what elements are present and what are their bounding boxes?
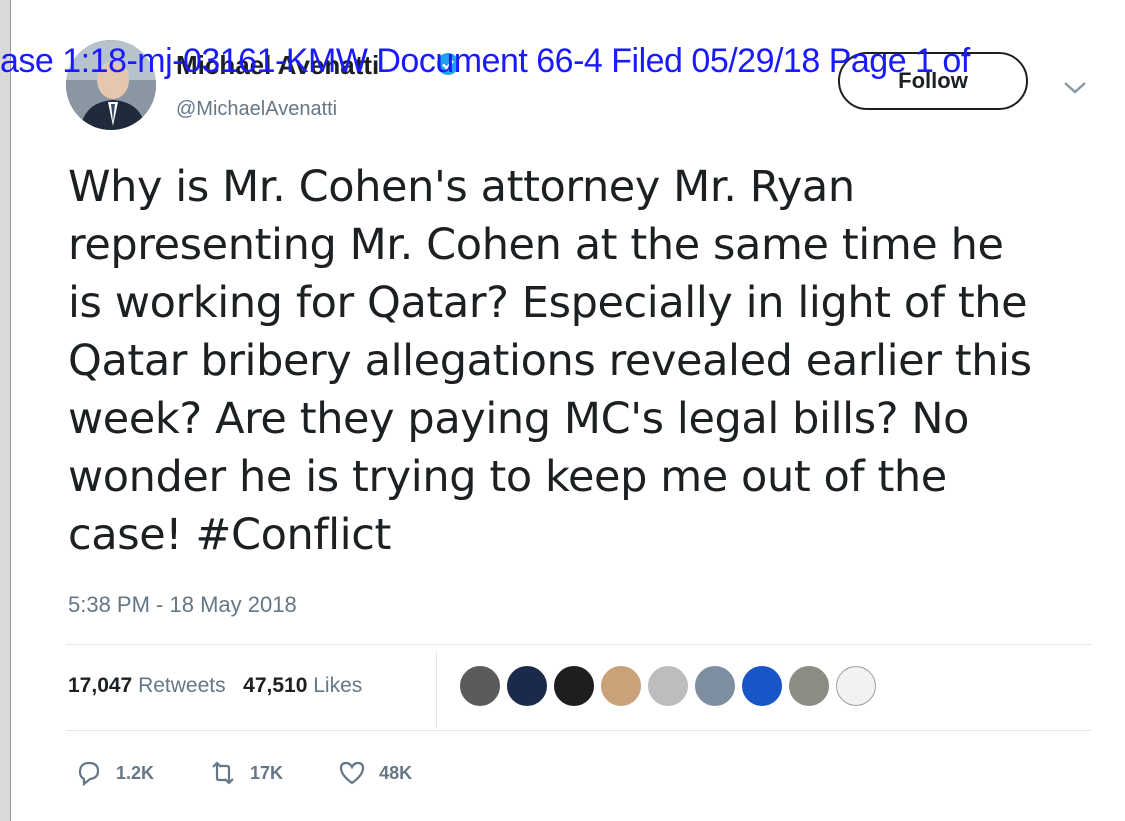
retweet-icon [212, 761, 234, 785]
stats-separator [436, 652, 437, 728]
likes-label: Likes [313, 674, 363, 697]
liker-avatar[interactable] [787, 664, 831, 708]
tweet-actions: 1.2K 17K 48K [74, 758, 466, 788]
heart-icon [339, 761, 365, 785]
divider [66, 644, 1092, 645]
tweet-text-line: is working for Qatar? Especially in ligh… [68, 278, 1028, 328]
tweet-text-line-hashtag: case! #Conflict [68, 510, 391, 560]
likes-stat[interactable]: 47,510 Likes [243, 674, 362, 697]
user-handle[interactable]: @MichaelAvenatti [176, 98, 337, 121]
tweet-text-line: representing Mr. Cohen at the same time … [68, 220, 1004, 270]
tweet-text-line: week? Are they paying MC's legal bills? … [68, 394, 970, 444]
tweet-text: Why is Mr. Cohen's attorney Mr. Ryan rep… [68, 158, 1098, 564]
liker-avatar[interactable] [646, 664, 690, 708]
reply-button[interactable]: 1.2K [74, 758, 154, 788]
likes-count: 47,510 [243, 674, 308, 697]
reply-count: 1.2K [116, 762, 155, 783]
retweet-count: 17K [250, 762, 284, 783]
liker-avatar[interactable] [693, 664, 737, 708]
scan-left-border [0, 0, 11, 821]
retweets-count: 17,047 [68, 674, 133, 697]
liker-avatar[interactable] [599, 664, 643, 708]
divider [66, 730, 1092, 731]
liker-avatars [458, 664, 881, 708]
liker-avatar[interactable] [740, 664, 784, 708]
tweet-text-line: Qatar bribery allegations revealed earli… [68, 336, 1032, 386]
liker-avatar[interactable] [552, 664, 596, 708]
chevron-down-icon[interactable] [1062, 80, 1088, 96]
engagement-stats: 17,047 Retweets 47,510 Likes [68, 674, 362, 698]
retweets-stat[interactable]: 17,047 Retweets [68, 674, 226, 697]
liker-avatar[interactable] [834, 664, 878, 708]
retweet-button[interactable]: 17K [208, 758, 283, 788]
tweet-text-line: wonder he is trying to keep me out of th… [68, 452, 947, 502]
tweet-text-line: Why is Mr. Cohen's attorney Mr. Ryan [68, 162, 855, 212]
liker-avatar[interactable] [505, 664, 549, 708]
reply-icon [78, 761, 100, 787]
retweets-label: Retweets [138, 674, 226, 697]
tweet-timestamp[interactable]: 5:38 PM - 18 May 2018 [68, 592, 297, 618]
like-button[interactable]: 48K [337, 758, 412, 788]
like-count: 48K [379, 762, 413, 783]
document-header-stamp: ase 1:18-mj-03161-KMW Document 66-4 File… [0, 42, 970, 80]
liker-avatar[interactable] [458, 664, 502, 708]
